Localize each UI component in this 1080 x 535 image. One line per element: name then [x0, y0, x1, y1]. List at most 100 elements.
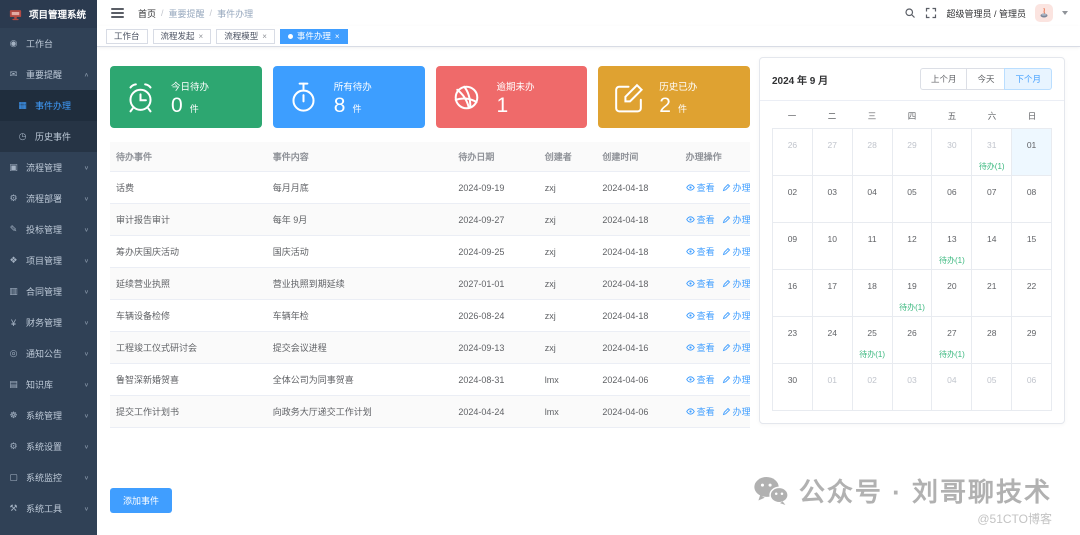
breadcrumb-item-2[interactable]: 事件办理 — [217, 7, 253, 20]
sidebar-item-6[interactable]: ▥ 合同管理 ∨ — [0, 276, 97, 307]
view-link[interactable]: 查看 — [685, 181, 715, 194]
hamburger-icon[interactable] — [111, 8, 124, 18]
fullscreen-icon[interactable] — [925, 7, 937, 19]
calendar-day-cell[interactable]: 29 — [1012, 317, 1052, 364]
view-link[interactable]: 查看 — [685, 277, 715, 290]
calendar-day-cell[interactable]: 24 — [812, 317, 853, 364]
handle-link[interactable]: 办理 — [722, 277, 750, 290]
sidebar-item-11[interactable]: ⚙ 系统设置 ∨ — [0, 431, 97, 462]
todo-badge[interactable]: 待办(1) — [972, 161, 1011, 172]
calendar-day-cell[interactable]: 15 — [1012, 223, 1052, 270]
sidebar-item-10[interactable]: ☸ 系统管理 ∨ — [0, 400, 97, 431]
calendar-day-cell[interactable]: 01 — [812, 364, 853, 411]
tab-close-icon[interactable]: × — [335, 32, 340, 41]
sidebar-subitem-0[interactable]: ▦ 事件办理 — [0, 90, 97, 121]
calendar-day-cell[interactable]: 22 — [1012, 270, 1052, 317]
tab-2[interactable]: 流程模型 × — [216, 28, 275, 44]
stat-card-history[interactable]: 历史已办 2 件 — [598, 66, 750, 128]
tab-close-icon[interactable]: × — [199, 32, 204, 41]
sidebar-item-0[interactable]: ◉ 工作台 — [0, 28, 97, 59]
calendar-day-cell[interactable]: 20 — [932, 270, 973, 317]
view-link[interactable]: 查看 — [685, 213, 715, 226]
today-button[interactable]: 今天 — [966, 68, 1006, 90]
todo-badge[interactable]: 待办(1) — [853, 349, 892, 360]
calendar-day-cell[interactable]: 10 — [812, 223, 853, 270]
handle-link[interactable]: 办理 — [722, 309, 750, 322]
todo-badge[interactable]: 待办(1) — [932, 349, 971, 360]
calendar-day-cell[interactable]: 07 — [972, 176, 1013, 223]
calendar-day-cell[interactable]: 25 待办(1) — [852, 317, 893, 364]
stat-card-overdue[interactable]: 逾期未办 1 — [435, 66, 588, 128]
calendar-day-cell[interactable]: 02 — [852, 364, 893, 411]
avatar[interactable] — [1035, 4, 1053, 22]
calendar-day-cell[interactable]: 03 — [892, 364, 933, 411]
sidebar-item-3[interactable]: ⚙ 流程部署 ∨ — [0, 183, 97, 214]
handle-link[interactable]: 办理 — [722, 373, 750, 386]
tab-close-icon[interactable]: × — [262, 32, 267, 41]
calendar-day-cell[interactable]: 05 — [892, 176, 933, 223]
calendar-day-cell[interactable]: 11 — [852, 223, 893, 270]
sidebar-item-8[interactable]: ◎ 通知公告 ∨ — [0, 338, 97, 369]
handle-link[interactable]: 办理 — [722, 181, 750, 194]
sidebar-item-2[interactable]: ▣ 流程管理 ∨ — [0, 152, 97, 183]
calendar-day-cell[interactable]: 31 待办(1) — [972, 129, 1013, 176]
calendar-day-cell[interactable]: 08 — [1012, 176, 1052, 223]
tab-0[interactable]: 工作台 — [106, 28, 148, 44]
calendar-day-cell[interactable]: 30 — [932, 129, 973, 176]
view-link[interactable]: 查看 — [685, 245, 715, 258]
calendar-day-cell[interactable]: 27 待办(1) — [932, 317, 973, 364]
calendar-day-cell[interactable]: 27 — [812, 129, 853, 176]
calendar-day-cell[interactable]: 02 — [773, 176, 813, 223]
next-month-button[interactable]: 下个月 — [1004, 68, 1052, 90]
calendar-day-cell[interactable]: 01 — [1012, 129, 1052, 176]
handle-link[interactable]: 办理 — [722, 405, 750, 418]
sidebar-item-12[interactable]: ▢ 系统监控 ∨ — [0, 462, 97, 493]
calendar-day-cell[interactable]: 21 — [972, 270, 1013, 317]
view-link[interactable]: 查看 — [685, 373, 715, 386]
view-link[interactable]: 查看 — [685, 405, 715, 418]
calendar-day-cell[interactable]: 17 — [812, 270, 853, 317]
handle-link[interactable]: 办理 — [722, 341, 750, 354]
calendar-day-cell[interactable]: 26 — [773, 129, 813, 176]
view-link[interactable]: 查看 — [685, 341, 715, 354]
calendar-day-cell[interactable]: 13 待办(1) — [932, 223, 973, 270]
calendar-day-cell[interactable]: 28 — [972, 317, 1013, 364]
calendar-day-cell[interactable]: 04 — [852, 176, 893, 223]
breadcrumb-item-0[interactable]: 首页 — [138, 7, 156, 20]
calendar-day-cell[interactable]: 03 — [812, 176, 853, 223]
calendar-day-cell[interactable]: 26 — [892, 317, 933, 364]
add-event-button[interactable]: 添加事件 — [110, 488, 173, 513]
sidebar-item-4[interactable]: ✎ 投标管理 ∨ — [0, 214, 97, 245]
sidebar-item-5[interactable]: ❖ 项目管理 ∨ — [0, 245, 97, 276]
calendar-day-cell[interactable]: 23 — [773, 317, 813, 364]
calendar-day-cell[interactable]: 06 — [1012, 364, 1052, 411]
sidebar-subitem-1[interactable]: ◷ 历史事件 — [0, 121, 97, 152]
calendar-day-cell[interactable]: 04 — [932, 364, 973, 411]
breadcrumb-item-1[interactable]: 重要提醒 — [169, 7, 205, 20]
calendar-day-cell[interactable]: 30 — [773, 364, 813, 411]
handle-link[interactable]: 办理 — [722, 245, 750, 258]
calendar-day-cell[interactable]: 06 — [932, 176, 973, 223]
sidebar-item-9[interactable]: ▤ 知识库 ∨ — [0, 369, 97, 400]
todo-badge[interactable]: 待办(1) — [932, 255, 971, 266]
handle-link[interactable]: 办理 — [722, 213, 750, 226]
prev-month-button[interactable]: 上个月 — [919, 68, 968, 90]
calendar-day-cell[interactable]: 28 — [852, 129, 893, 176]
tab-3[interactable]: 事件办理 × — [279, 28, 348, 44]
calendar-day-cell[interactable]: 19 待办(1) — [892, 270, 933, 317]
sidebar-item-7[interactable]: ¥ 财务管理 ∨ — [0, 307, 97, 338]
calendar-day-cell[interactable]: 18 — [852, 270, 893, 317]
calendar-day-cell[interactable]: 14 — [972, 223, 1013, 270]
stat-card-all[interactable]: 所有待办 8 件 — [272, 66, 425, 128]
user-menu-caret-icon[interactable] — [1062, 11, 1068, 15]
calendar-day-cell[interactable]: 29 — [892, 129, 933, 176]
calendar-day-cell[interactable]: 05 — [972, 364, 1013, 411]
calendar-day-cell[interactable]: 12 — [892, 223, 933, 270]
tab-1[interactable]: 流程发起 × — [152, 28, 212, 44]
todo-badge[interactable]: 待办(1) — [893, 302, 932, 313]
calendar-day-cell[interactable]: 09 — [773, 223, 813, 270]
calendar-day-cell[interactable]: 16 — [773, 270, 813, 317]
sidebar-item-13[interactable]: ⚒ 系统工具 ∨ — [0, 493, 97, 524]
stat-card-today[interactable]: 今日待办 0 件 — [110, 66, 262, 128]
view-link[interactable]: 查看 — [685, 309, 715, 322]
